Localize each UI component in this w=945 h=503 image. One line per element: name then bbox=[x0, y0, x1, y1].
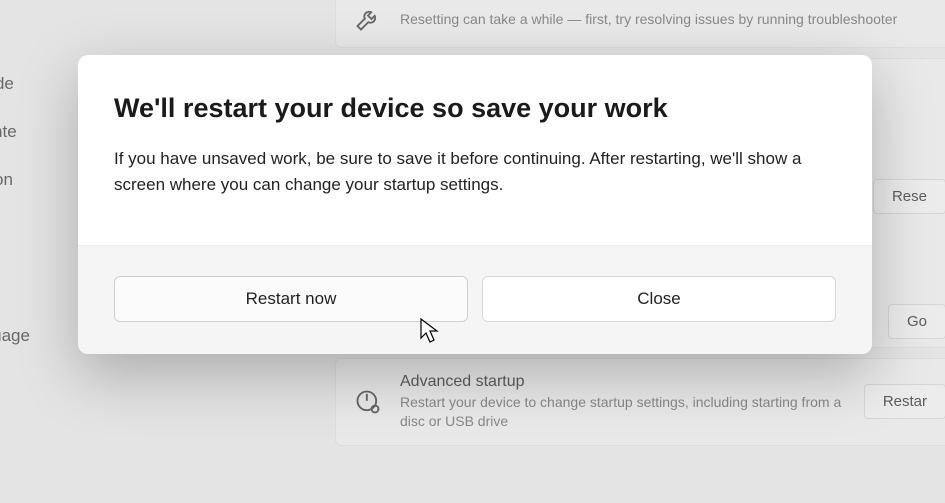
dialog-title: We'll restart your device so save your w… bbox=[114, 93, 836, 124]
dialog-footer: Restart now Close bbox=[78, 245, 872, 354]
close-button[interactable]: Close bbox=[482, 276, 836, 322]
restart-now-button[interactable]: Restart now bbox=[114, 276, 468, 322]
dialog-body: We'll restart your device so save your w… bbox=[78, 55, 872, 245]
restart-dialog: We'll restart your device so save your w… bbox=[78, 55, 872, 354]
dialog-message: If you have unsaved work, be sure to sav… bbox=[114, 146, 836, 199]
